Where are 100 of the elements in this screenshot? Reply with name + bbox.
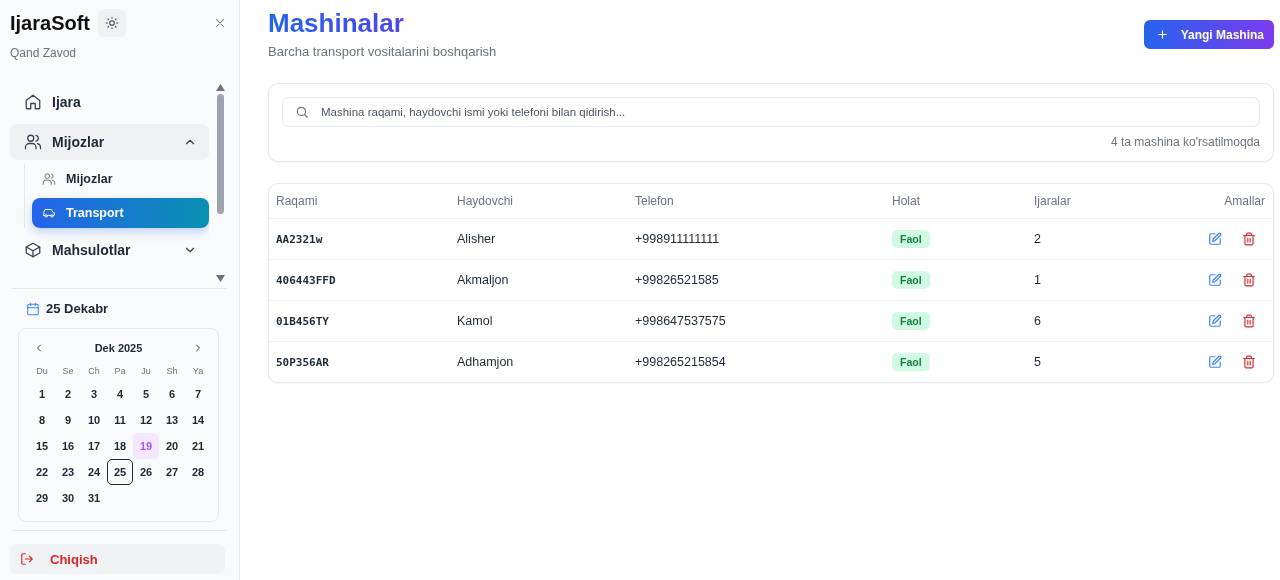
scrollbar[interactable] xyxy=(215,84,225,282)
search-field[interactable]: Mashina raqami, haydovchi ismi yoki telefoni bilan qidirish... xyxy=(282,97,1260,127)
search-icon xyxy=(295,105,309,119)
edit-icon xyxy=(1208,273,1222,287)
calendar-day[interactable]: 22 xyxy=(29,459,55,485)
rental-count: 1 xyxy=(1027,259,1129,301)
sun-icon xyxy=(105,16,120,30)
delete-button[interactable] xyxy=(1242,355,1256,369)
column-header: Telefon xyxy=(628,184,885,219)
weekday-label: Ju xyxy=(140,365,152,378)
calendar-day[interactable]: 16 xyxy=(55,433,81,459)
weekday-label: Pa xyxy=(113,365,127,378)
edit-button[interactable] xyxy=(1208,314,1222,328)
calendar-day[interactable]: 14 xyxy=(185,407,211,433)
nav-subitem[interactable]: Transport xyxy=(32,198,209,228)
plate-number: AA2321w xyxy=(269,218,450,260)
calendar-day[interactable]: 1 xyxy=(29,381,55,407)
status-badge: Faol xyxy=(892,312,930,330)
app-logo: IjaraSoft xyxy=(10,11,91,35)
calendar-day[interactable]: 17 xyxy=(81,433,107,459)
weekday-label: Sh xyxy=(165,365,179,378)
scroll-down-arrow-icon[interactable] xyxy=(215,275,225,282)
calendar-day[interactable]: 23 xyxy=(55,459,81,485)
phone-number: +998911111111 xyxy=(628,218,885,260)
logout-icon xyxy=(20,552,34,566)
home-icon xyxy=(24,93,42,111)
weekday-label: Ch xyxy=(87,365,101,378)
rental-count: 2 xyxy=(1027,218,1129,260)
calendar-day[interactable]: 15 xyxy=(29,433,55,459)
driver-name: Adhamjon xyxy=(450,341,628,382)
nav-item[interactable]: Mijozlar xyxy=(10,124,209,160)
status-badge: Faol xyxy=(892,271,930,289)
calendar-day[interactable]: 2 xyxy=(55,381,81,407)
result-count: 4 ta mashina ko'rsatilmoqda xyxy=(1109,135,1260,149)
calendar-day[interactable]: 7 xyxy=(185,381,211,407)
nav-item[interactable]: Mahsulotlar xyxy=(10,232,209,268)
plus-icon xyxy=(1155,28,1169,41)
calendar-day[interactable]: 9 xyxy=(55,407,81,433)
calendar-day[interactable]: 10 xyxy=(81,407,107,433)
trash-icon xyxy=(1242,355,1256,369)
users-icon xyxy=(42,172,56,186)
add-car-button[interactable]: Yangi Mashina xyxy=(1143,20,1274,49)
close-icon xyxy=(213,16,227,30)
box-icon xyxy=(24,241,42,259)
calendar-day[interactable]: 24 xyxy=(81,459,107,485)
calendar-day[interactable]: 18 xyxy=(107,433,133,459)
calendar-day[interactable]: 28 xyxy=(185,459,211,485)
column-header: Ijaralar xyxy=(1027,184,1129,219)
calendar-day[interactable]: 26 xyxy=(133,459,159,485)
calendar-day[interactable]: 31 xyxy=(81,485,107,511)
plate-number: 50P356AR xyxy=(269,341,450,382)
nav-item[interactable]: Ijara xyxy=(10,84,209,120)
weekday-label: Ya xyxy=(191,365,205,378)
weekday-label: Se xyxy=(61,365,75,378)
calendar-day[interactable]: 21 xyxy=(185,433,211,459)
close-button[interactable] xyxy=(213,16,227,30)
theme-toggle-button[interactable] xyxy=(98,9,127,37)
column-header: Haydovchi xyxy=(450,184,628,219)
delete-button[interactable] xyxy=(1242,273,1256,287)
status-badge: Faol xyxy=(892,230,930,248)
page-subtitle: Barcha transport vositalarini boshqarish xyxy=(268,44,497,59)
calendar-day[interactable]: 11 xyxy=(107,407,133,433)
logout-button[interactable]: Chiqish xyxy=(10,544,225,574)
calendar-day[interactable]: 6 xyxy=(159,381,185,407)
nav-subitem[interactable]: Mijozlar xyxy=(32,164,209,194)
edit-icon xyxy=(1208,355,1222,369)
edit-button[interactable] xyxy=(1208,232,1222,246)
calendar-day[interactable]: 29 xyxy=(29,485,55,511)
delete-button[interactable] xyxy=(1242,232,1256,246)
rental-count: 5 xyxy=(1027,341,1129,382)
calendar-day[interactable]: 12 xyxy=(133,407,159,433)
edit-icon xyxy=(1208,314,1222,328)
column-header: Amallar xyxy=(1128,184,1273,219)
calendar-day[interactable]: 13 xyxy=(159,407,185,433)
calendar-day[interactable]: 25 xyxy=(107,459,133,485)
driver-name: Kamol xyxy=(450,300,628,342)
calendar-day[interactable]: 5 xyxy=(133,381,159,407)
current-date: 25 Dekabr xyxy=(46,301,109,316)
calendar-icon xyxy=(26,301,40,316)
trash-icon xyxy=(1242,314,1256,328)
scroll-up-arrow-icon[interactable] xyxy=(215,84,225,91)
delete-button[interactable] xyxy=(1242,314,1256,328)
calendar-day[interactable]: 20 xyxy=(159,433,185,459)
status-badge: Faol xyxy=(892,353,930,371)
calendar-day[interactable]: 3 xyxy=(81,381,107,407)
column-header: Raqami xyxy=(269,184,450,219)
column-header: Holat xyxy=(885,184,1027,219)
trash-icon xyxy=(1242,273,1256,287)
edit-icon xyxy=(1208,232,1222,246)
edit-button[interactable] xyxy=(1208,355,1222,369)
rental-count: 6 xyxy=(1027,300,1129,342)
car-icon xyxy=(42,206,56,220)
calendar-day[interactable]: 4 xyxy=(107,381,133,407)
trash-icon xyxy=(1242,232,1256,246)
driver-name: Akmaljon xyxy=(450,259,628,301)
calendar-day[interactable]: 8 xyxy=(29,407,55,433)
calendar-day[interactable]: 30 xyxy=(55,485,81,511)
edit-button[interactable] xyxy=(1208,273,1222,287)
calendar-day[interactable]: 27 xyxy=(159,459,185,485)
plate-number: 406443FFD xyxy=(269,259,450,301)
